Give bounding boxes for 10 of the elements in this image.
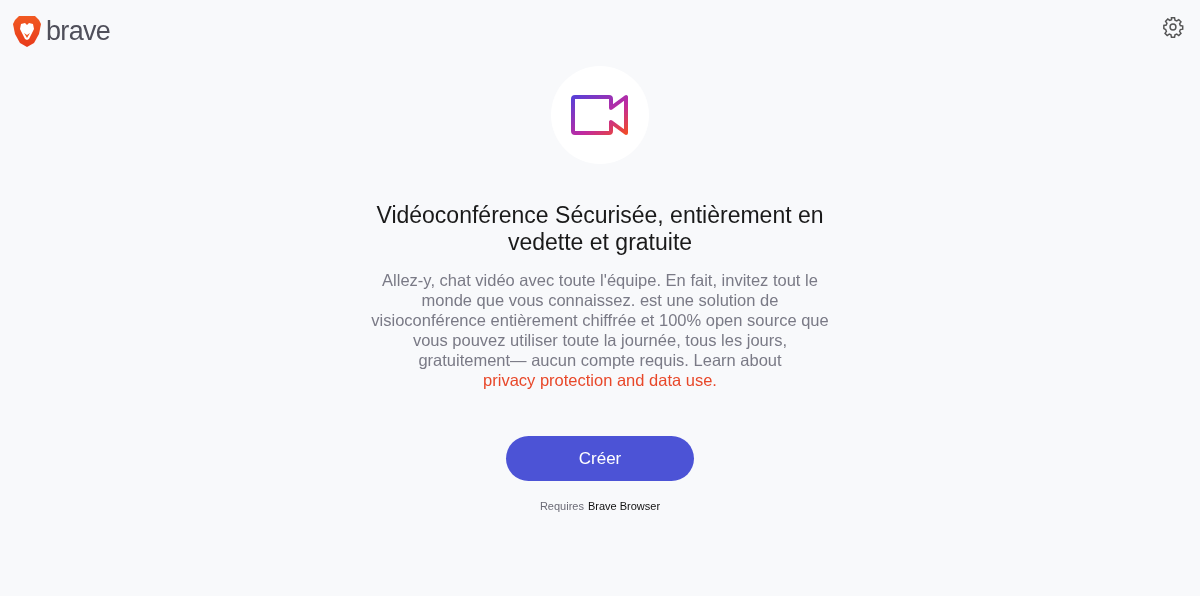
hero-description: Allez-y, chat vidéo avec toute l'équipe. En fait, invitez tout le monde que vous connaissez. est une solution de visioconférence entièrement chiffrée et 100% open source que vous pouvez utiliser toute la journée, tous les jours, gratuitement— aucun compte requis. Learn about privacy protection and data use. bbox=[370, 270, 830, 390]
settings-icon[interactable] bbox=[1162, 16, 1184, 38]
create-button[interactable]: Créer bbox=[506, 436, 694, 481]
video-camera-icon bbox=[570, 93, 630, 137]
lion-logo-icon bbox=[12, 14, 42, 48]
browser-name: Brave Browser bbox=[587, 499, 661, 514]
hero-title: Vidéoconférence Sécurisée, entièrement en vedette et gratuite bbox=[375, 202, 825, 256]
privacy-link[interactable]: privacy protection and data use. bbox=[483, 371, 717, 389]
requirement-label: Requires bbox=[539, 499, 584, 514]
logo-wordmark: brave bbox=[46, 17, 111, 45]
